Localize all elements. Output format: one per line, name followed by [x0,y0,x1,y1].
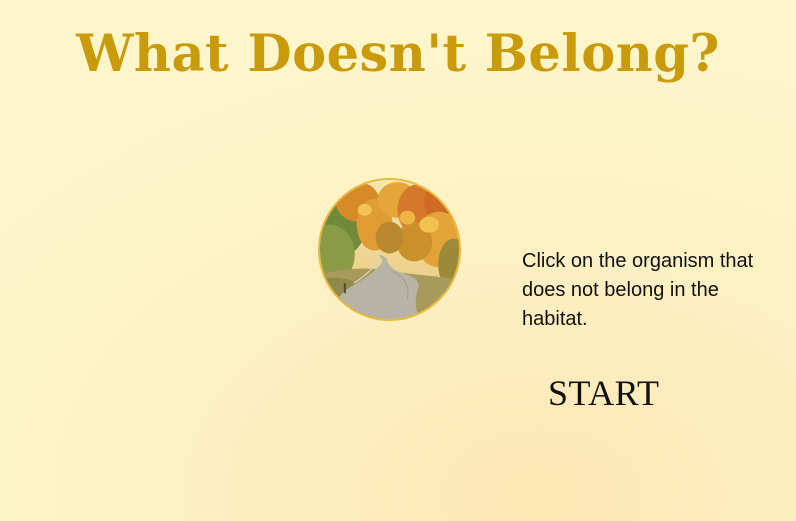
page-title: What Doesn't Belong? [76,24,720,84]
autumn-forest-road-icon [320,180,459,319]
habitat-image [318,178,461,321]
start-button[interactable]: START [546,372,661,414]
instructions-text: Click on the organism that does not belo… [522,250,754,330]
